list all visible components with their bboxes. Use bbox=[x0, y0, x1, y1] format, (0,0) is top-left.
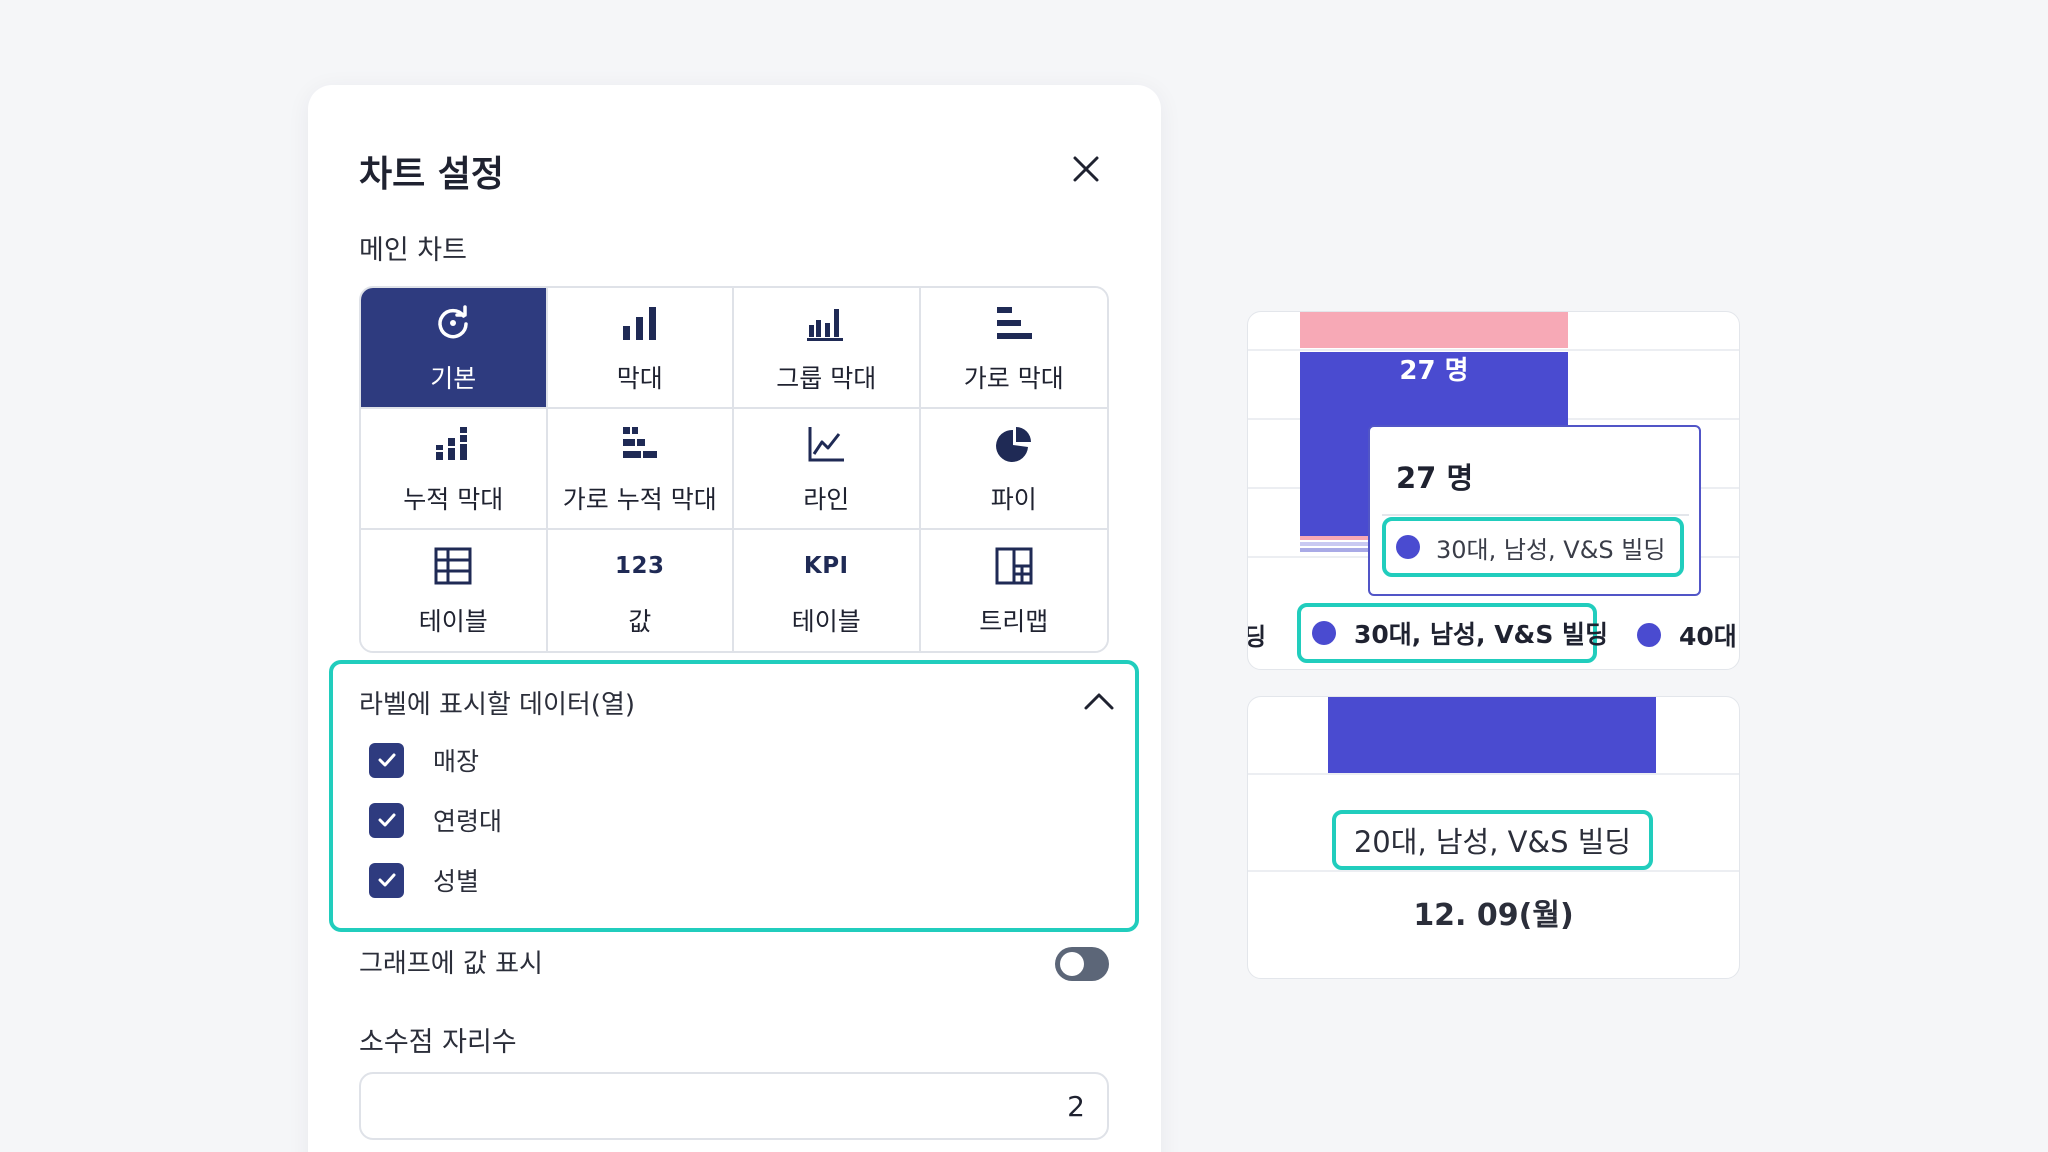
decimals-input[interactable] bbox=[359, 1072, 1109, 1140]
chevron-up-icon[interactable] bbox=[1079, 682, 1119, 722]
chart-type-horizontal-stacked-bar[interactable]: 가로 누적 막대 bbox=[547, 409, 734, 530]
chart-type-label: 테이블 bbox=[791, 606, 861, 636]
show-values-row: 그래프에 값 표시 bbox=[359, 940, 1109, 988]
legend-label: 40대 bbox=[1679, 622, 1737, 651]
show-values-label: 그래프에 값 표시 bbox=[359, 949, 543, 979]
series-dot bbox=[1396, 535, 1420, 559]
chart-type-table[interactable]: 테이블 bbox=[361, 530, 548, 651]
chart-type-label: 막대 bbox=[616, 363, 663, 393]
label-option-text: 매장 bbox=[433, 747, 480, 776]
chart-type-label: 가로 막대 bbox=[963, 363, 1064, 393]
chart-type-pie[interactable]: 파이 bbox=[920, 409, 1107, 530]
chart-type-horizontal-bar[interactable]: 가로 막대 bbox=[920, 288, 1107, 409]
chart-type-grouped-bar[interactable]: 그룹 막대 bbox=[734, 288, 921, 409]
chart-type-label: 테이블 bbox=[418, 606, 488, 636]
label-option-text: 연령대 bbox=[433, 807, 503, 836]
show-values-toggle[interactable] bbox=[1055, 947, 1109, 981]
legend-label: 30대, 남성, V&S 빌딩 bbox=[1354, 620, 1609, 649]
treemap-icon bbox=[994, 544, 1034, 588]
stacked-bar-icon bbox=[433, 422, 473, 466]
line-chart-icon bbox=[806, 422, 846, 466]
chart-bar[interactable] bbox=[1328, 697, 1656, 773]
bar-value-label: 27 명 bbox=[1399, 356, 1469, 386]
grouped-bar-icon bbox=[806, 301, 846, 345]
chart-type-label: 누적 막대 bbox=[403, 484, 504, 514]
bar-chart-icon bbox=[620, 301, 660, 345]
series-dot bbox=[1637, 623, 1661, 647]
chart-type-label: 값 bbox=[628, 606, 652, 636]
stacked-bar-segment bbox=[1300, 542, 1374, 546]
chart-preview-axis-card: 20대, 남성, V&S 빌딩 12. 09(월) bbox=[1247, 696, 1740, 979]
chart-type-value[interactable]: 123 값 bbox=[547, 530, 734, 651]
horizontal-bar-icon bbox=[994, 301, 1034, 345]
label-option-gender[interactable]: 성별 bbox=[369, 862, 479, 898]
chart-type-label: 그룹 막대 bbox=[776, 363, 877, 393]
label-data-title: 라벨에 표시할 데이터(열) bbox=[359, 690, 636, 720]
chart-type-bar[interactable]: 막대 bbox=[547, 288, 734, 409]
legend-item-highlighted[interactable]: 30대, 남성, V&S 빌딩 bbox=[1297, 603, 1608, 663]
checkbox-checked[interactable] bbox=[369, 862, 404, 898]
label-data-section: 라벨에 표시할 데이터(열) 매장 연령대 성별 bbox=[329, 660, 1139, 932]
x-axis-category-label: 20대, 남성, V&S 빌딩 bbox=[1332, 810, 1653, 870]
label-option-store[interactable]: 매장 bbox=[369, 742, 479, 778]
checkbox-checked[interactable] bbox=[369, 742, 404, 778]
label-option-text: 성별 bbox=[433, 867, 480, 896]
chart-type-kpi-table[interactable]: KPI 테이블 bbox=[734, 530, 921, 651]
chart-type-label: 기본 bbox=[430, 363, 477, 393]
tooltip-value: 27 명 bbox=[1396, 461, 1474, 495]
kpi-icon: KPI bbox=[803, 552, 849, 579]
label-option-age-group[interactable]: 연령대 bbox=[369, 802, 502, 838]
pie-chart-icon bbox=[994, 422, 1034, 466]
panel-title: 차트 설정 bbox=[359, 154, 505, 195]
chart-type-label: 트리맵 bbox=[979, 606, 1049, 636]
series-dot bbox=[1312, 621, 1336, 645]
main-chart-label: 메인 차트 bbox=[359, 235, 467, 266]
stacked-bar-segment bbox=[1300, 312, 1568, 348]
chart-preview-tooltip-card: 27 명 27 명 30대, 남성, V&S 빌딩 딩 30대, 남성, V&S… bbox=[1247, 311, 1740, 670]
tooltip-series-label: 30대, 남성, V&S 빌딩 bbox=[1436, 535, 1666, 564]
gridline bbox=[1248, 870, 1739, 872]
tooltip-series-item: 30대, 남성, V&S 빌딩 bbox=[1382, 517, 1684, 577]
chart-settings-panel: 차트 설정 메인 차트 기본 막대 그룹 막대 가로 막대 누적 막대 가로 누… bbox=[308, 85, 1161, 1152]
table-icon bbox=[433, 544, 473, 588]
chart-type-treemap[interactable]: 트리맵 bbox=[920, 530, 1107, 651]
close-icon[interactable] bbox=[1064, 147, 1108, 191]
value-icon: 123 bbox=[614, 552, 665, 579]
x-axis-date-label: 12. 09(월) bbox=[1413, 898, 1574, 933]
checkbox-checked[interactable] bbox=[369, 802, 404, 838]
chart-tooltip: 27 명 30대, 남성, V&S 빌딩 bbox=[1368, 425, 1701, 596]
chart-type-stacked-bar[interactable]: 누적 막대 bbox=[361, 409, 548, 530]
chart-type-label: 가로 누적 막대 bbox=[562, 484, 717, 514]
gridline bbox=[1248, 773, 1739, 775]
legend-item-fragment: 딩 bbox=[1248, 617, 1266, 652]
toggle-knob bbox=[1060, 952, 1084, 976]
decimals-label: 소수점 자리수 bbox=[359, 1027, 517, 1058]
stacked-bar-segment bbox=[1300, 548, 1374, 552]
chart-type-grid: 기본 막대 그룹 막대 가로 막대 누적 막대 가로 누적 막대 라인 파이 테… bbox=[359, 286, 1109, 653]
chart-type-label: 라인 bbox=[803, 484, 850, 514]
chart-type-label: 파이 bbox=[990, 484, 1037, 514]
chart-type-line[interactable]: 라인 bbox=[734, 409, 921, 530]
tooltip-divider bbox=[1382, 514, 1689, 516]
stacked-bar-segment bbox=[1300, 536, 1374, 540]
chart-type-basic[interactable]: 기본 bbox=[361, 288, 548, 409]
horizontal-stacked-bar-icon bbox=[620, 422, 660, 466]
legend-item[interactable]: 40대 bbox=[1637, 617, 1737, 653]
refresh-icon bbox=[433, 301, 473, 345]
